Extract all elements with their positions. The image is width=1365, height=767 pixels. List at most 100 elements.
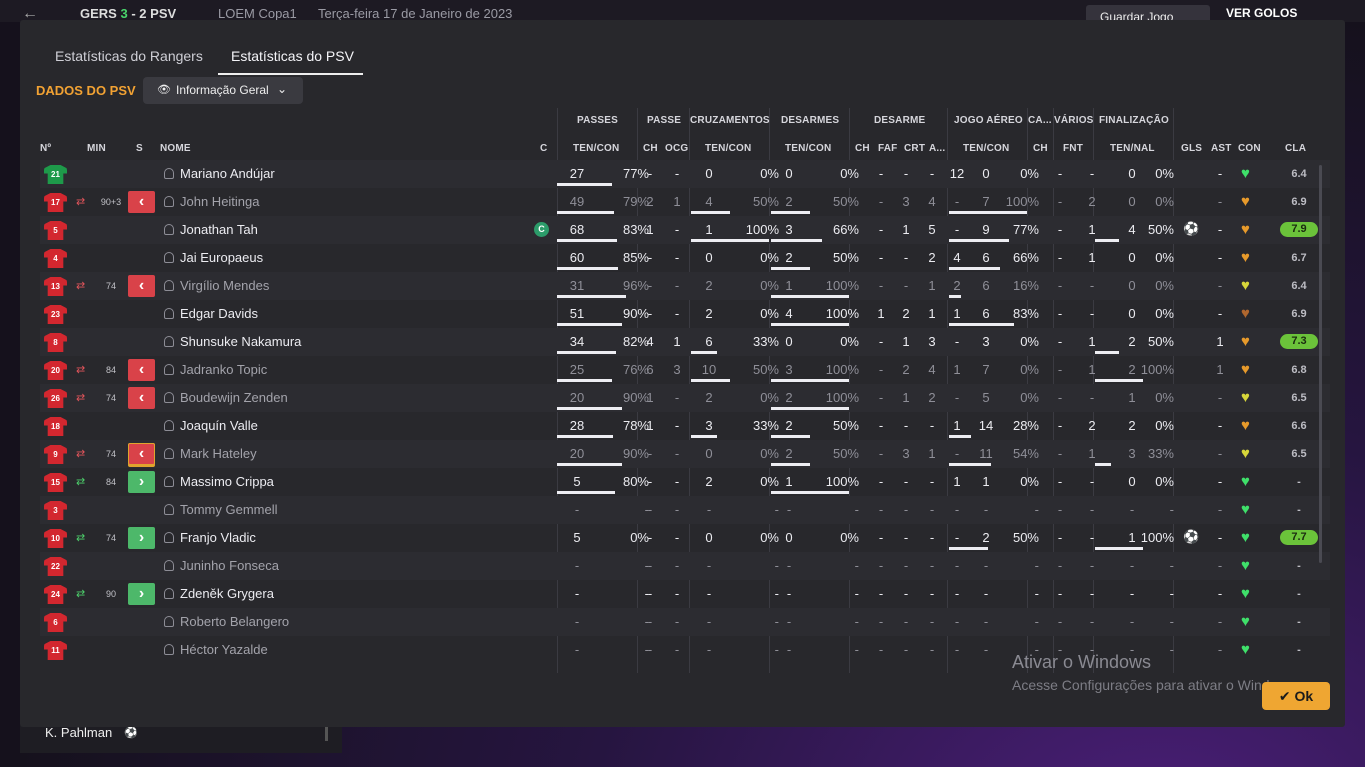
sub-out-button[interactable]: ‹ — [128, 191, 155, 213]
table-row[interactable]: 17 ⇄ 90+3 ‹ John Heitinga 49 79% 2 1 4 50% 2 50% -3 4-… — [40, 188, 1330, 216]
player-name[interactable]: John Heitinga — [180, 194, 260, 209]
aerial-percent: 66% — [1012, 250, 1039, 265]
player-name[interactable]: Edgar Davids — [180, 306, 258, 321]
col-header-name[interactable]: NOME — [160, 143, 191, 154]
col-header-aerial-att-cmp[interactable]: TEN/CON — [963, 143, 1009, 154]
col-header-minutes[interactable]: MIN — [87, 143, 106, 154]
player-name[interactable]: Virgílio Mendes — [180, 278, 269, 293]
table-row[interactable]: 20 ⇄ 84 ‹ Jadranko Topic 25 76% 6 3 10 50% 3 100% -2 4… — [40, 356, 1330, 384]
player-head-icon — [164, 336, 174, 347]
col-header-passes-att-cmp[interactable]: TEN/CON — [573, 143, 619, 154]
player-name[interactable]: Jadranko Topic — [180, 362, 267, 377]
col-header-shots-att-ont[interactable]: TEN/NAL — [1110, 143, 1155, 154]
player-name[interactable]: Mariano Andújar — [180, 166, 275, 181]
sub-out-button[interactable]: ‹ — [128, 387, 155, 409]
tackles-attempts: 2 — [785, 446, 793, 461]
tab-rangers-stats[interactable]: Estatísticas do Rangers — [55, 48, 203, 64]
tackle-a: 1 — [953, 306, 961, 321]
scrollbar[interactable] — [325, 725, 328, 741]
tackle-faf: 2 — [902, 306, 910, 321]
col-header-tackles-att-cmp[interactable]: TEN/CON — [785, 143, 831, 154]
fnt: - — [1089, 306, 1095, 321]
col-header-number[interactable]: Nº — [40, 143, 51, 154]
tab-psv-stats[interactable]: Estatísticas do PSV — [231, 48, 354, 64]
player-name[interactable]: Massimo Crippa — [180, 474, 274, 489]
passes-bar — [557, 491, 615, 494]
col-header-pass-ocg[interactable]: OCG — [665, 143, 688, 154]
fnt: - — [1089, 614, 1095, 629]
col-header-condition[interactable]: CON — [1238, 143, 1261, 154]
sub-out-button[interactable]: ‹ — [128, 359, 155, 381]
shots-bar — [1095, 547, 1143, 550]
player-name[interactable]: Jonathan Tah — [180, 222, 258, 237]
table-row[interactable]: 18 Joaquín Valle 28 78% 1-3 33% 2 50% - - -1 14 28% -… — [40, 412, 1330, 440]
tackle-crt: 4 — [928, 194, 936, 209]
table-row[interactable]: 15 ⇄ 84 › Massimo Crippa 5 80% - -2 0% 1 100% - - -1 1 0… — [40, 468, 1330, 496]
aerial-percent: 50% — [1012, 530, 1039, 545]
player-name[interactable]: Boudewijn Zenden — [180, 390, 288, 405]
col-header-ca-ch[interactable]: CH — [1033, 143, 1048, 154]
col-header-captain[interactable]: C — [540, 143, 547, 154]
table-scrollbar[interactable] — [1319, 165, 1322, 563]
col-header-crosses-att-cmp[interactable]: TEN/CON — [705, 143, 751, 154]
table-row[interactable]: 24 ⇄ 90 › Zdeněk Grygera - - - - - - - - - - - - - - - - - - - ♥… — [40, 580, 1330, 608]
col-header-assists[interactable]: AST — [1211, 143, 1232, 154]
table-row[interactable]: 13 ⇄ 74 ‹ Virgílio Mendes 31 96% - -2 0% 1 100% - -1 2… — [40, 272, 1330, 300]
table-row[interactable]: 8 Shunsuke Nakamura 34 82% 4 1 6 33% 0 0% -1 3-3 0% -… — [40, 328, 1330, 356]
stats-dialog: Estatísticas do Rangers Estatísticas do … — [20, 20, 1345, 727]
table-row[interactable]: 22 Juninho Fonseca - - - - - - - - - - - - - - - - - - - ♥ - — [40, 552, 1330, 580]
ball-icon: ⚽ — [124, 727, 138, 739]
pass-ocg: 1 — [673, 194, 681, 209]
col-header-fnt[interactable]: FNT — [1063, 143, 1083, 154]
table-row[interactable]: 6 Roberto Belangero - - - - - - - - - - - - - - - - - - - ♥ - — [40, 608, 1330, 636]
col-header-rating[interactable]: CLA — [1285, 143, 1306, 154]
table-row[interactable]: 10 ⇄ 74 › Franjo Vladic 5 0% - -0 0% 0 0% - - - -2 50% - -… — [40, 524, 1330, 552]
tackle-ch: - — [878, 474, 884, 489]
sub-out-button[interactable]: ‹ — [128, 443, 155, 465]
player-name[interactable]: Joaquín Valle — [180, 418, 258, 433]
player-name[interactable]: Juninho Fonseca — [180, 558, 279, 573]
col-header-tackle-ch[interactable]: CH — [855, 143, 870, 154]
player-name[interactable]: Franjo Vladic — [180, 530, 256, 545]
player-name[interactable]: Jai Europaeus — [180, 250, 263, 265]
tackle-a: 4 — [953, 250, 961, 265]
player-name[interactable]: Tommy Gemmell — [180, 502, 278, 517]
table-row[interactable]: 9 ⇄ 74 ‹ Mark Hateley 20 90% - -0 0% 2 50% -3 1-11 54%… — [40, 440, 1330, 468]
col-header-tackle-a[interactable]: A... — [929, 143, 945, 154]
aerial-percent: 54% — [1012, 446, 1039, 461]
table-row[interactable]: 3 Tommy Gemmell - - - - - - - - - - - - - - - - - - - ♥ - — [40, 496, 1330, 524]
table-row[interactable]: 21 Mariano Andújar 27 77% - -0 0% 0 0% - - -12 0 0% - -… — [40, 160, 1330, 188]
view-dropdown[interactable]: 👁 Informação Geral ⌄ — [143, 77, 303, 104]
table-row[interactable]: 5 Jonathan Tah C 68 83% 1-1 100% 3 66% -1 5-9 77% -1… — [40, 216, 1330, 244]
shots-bar — [1095, 239, 1119, 242]
sub-in-button[interactable]: › — [128, 471, 155, 493]
sub-in-button[interactable]: › — [128, 583, 155, 605]
col-header-sub[interactable]: S — [136, 143, 143, 154]
col-header-tackle-faf[interactable]: FAF — [878, 143, 898, 154]
ca-ch: - — [1057, 446, 1063, 461]
player-name[interactable]: Roberto Belangero — [180, 614, 289, 629]
col-header-pass-ch[interactable]: CH — [643, 143, 658, 154]
col-header-tackle-crt[interactable]: CRT — [904, 143, 925, 154]
pass-ocg: 1 — [673, 334, 681, 349]
player-name[interactable]: Zdeněk Grygera — [180, 586, 274, 601]
tackles-percent: 100% — [825, 474, 859, 489]
sub-in-button[interactable]: › — [128, 527, 155, 549]
sub-out-button[interactable]: ‹ — [128, 275, 155, 297]
pass-ch: 4 — [646, 334, 654, 349]
match-date: Terça-feira 17 de Janeiro de 2023 — [318, 6, 513, 21]
player-name[interactable]: Mark Hateley — [180, 446, 257, 461]
tackles-bar — [771, 407, 849, 410]
col-header-goals[interactable]: GLS — [1181, 143, 1202, 154]
player-name[interactable]: Shunsuke Nakamura — [180, 334, 301, 349]
view-goals-button[interactable]: VER GOLOS — [1226, 6, 1297, 20]
ok-button[interactable]: ✔ Ok — [1262, 682, 1330, 710]
table-row[interactable]: 4 Jai Europaeus 60 85% - -0 0% 2 50% - -2 4 6 66% -1 0 0… — [40, 244, 1330, 272]
table-row[interactable]: 23 Edgar Davids 51 90% - -2 0% 4 100% 1 2 1 1 6 83% - -0… — [40, 300, 1330, 328]
passes-attempts: 31 — [569, 278, 585, 293]
table-row[interactable]: 26 ⇄ 74 ‹ Boudewijn Zenden 20 90% 1-2 0% 2 100% -1 2… — [40, 384, 1330, 412]
tackle-ch: - — [878, 418, 884, 433]
player-name[interactable]: Héctor Yazalde — [180, 642, 268, 657]
aerial-attempts: 6 — [982, 278, 990, 293]
pass-ch: 1 — [646, 390, 654, 405]
